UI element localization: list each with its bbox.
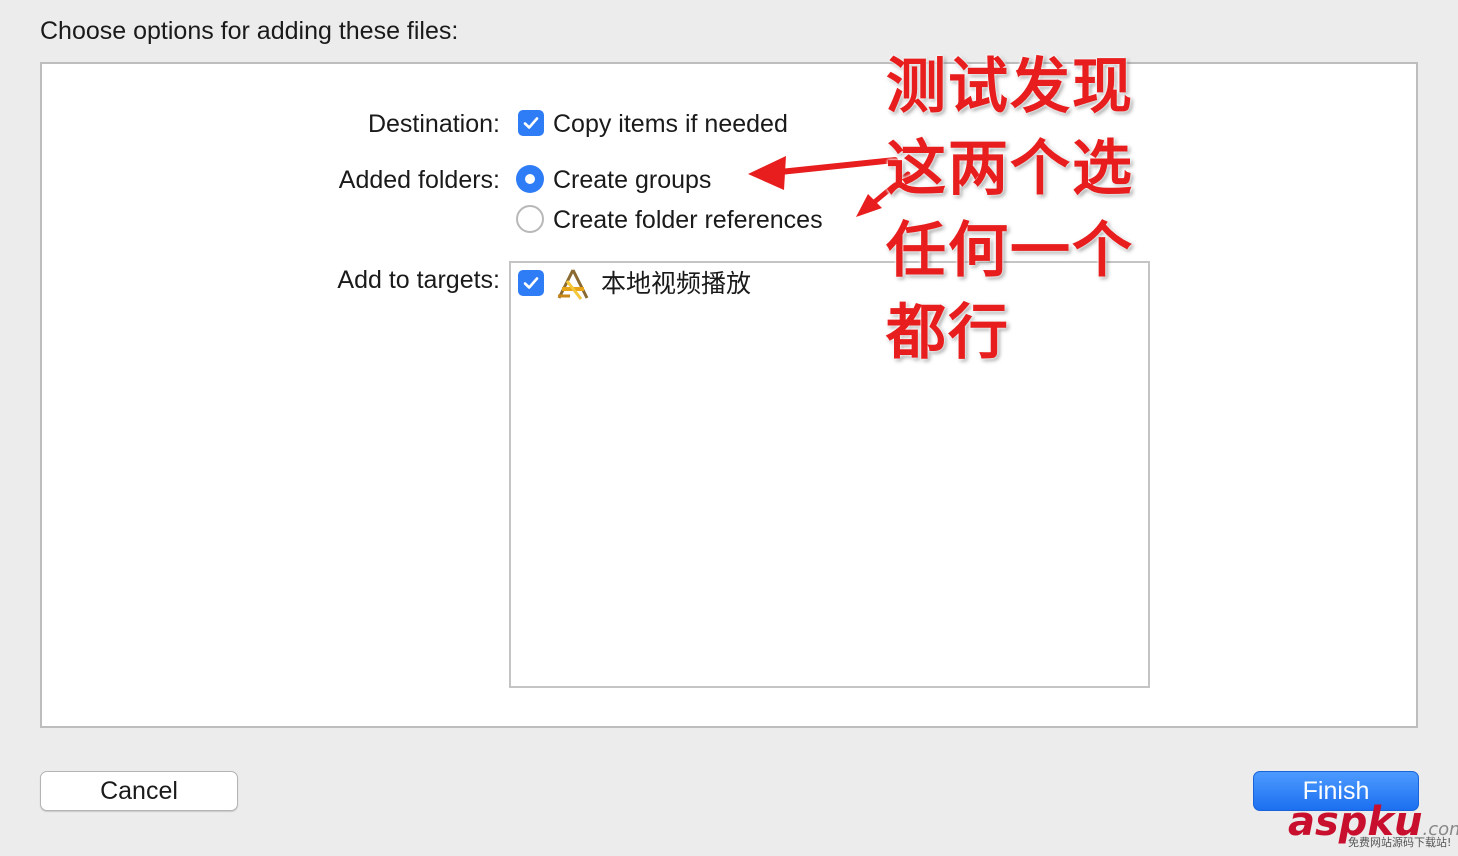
create-groups-radio[interactable] — [516, 165, 544, 193]
checkmark-icon — [523, 277, 539, 289]
annotation-line: 都行 — [886, 298, 1010, 368]
dialog-prompt: Choose options for adding these files: — [40, 17, 459, 45]
add-files-options-sheet: Choose options for adding these files: D… — [0, 0, 1458, 856]
added-folders-label: Added folders: — [338, 166, 500, 194]
target-checkbox[interactable] — [518, 270, 544, 296]
checkmark-icon — [523, 117, 539, 129]
annotation-line: 任何一个 — [886, 216, 1134, 286]
watermark-logo: aspku.com 免费网站源码下载站! — [1288, 800, 1458, 852]
cancel-button[interactable]: Cancel — [40, 771, 238, 811]
handwritten-annotation: 测试发现 这两个选 任何一个 都行 — [886, 46, 1146, 374]
watermark-tagline: 免费网站源码下载站! — [1348, 836, 1452, 849]
copy-items-label: Copy items if needed — [553, 110, 788, 138]
copy-items-checkbox[interactable] — [518, 110, 544, 136]
create-groups-label: Create groups — [553, 166, 712, 194]
annotation-line: 测试发现 — [886, 52, 1134, 122]
target-name: 本地视频播放 — [601, 270, 752, 298]
app-target-icon — [557, 269, 589, 300]
create-folder-references-radio[interactable] — [516, 205, 544, 233]
annotation-line: 这两个选 — [886, 134, 1134, 204]
options-panel: Destination: Copy items if needed Added … — [40, 62, 1418, 728]
arrow-head-icon — [748, 156, 786, 190]
add-to-targets-label: Add to targets: — [337, 266, 500, 294]
destination-label: Destination: — [367, 110, 500, 138]
